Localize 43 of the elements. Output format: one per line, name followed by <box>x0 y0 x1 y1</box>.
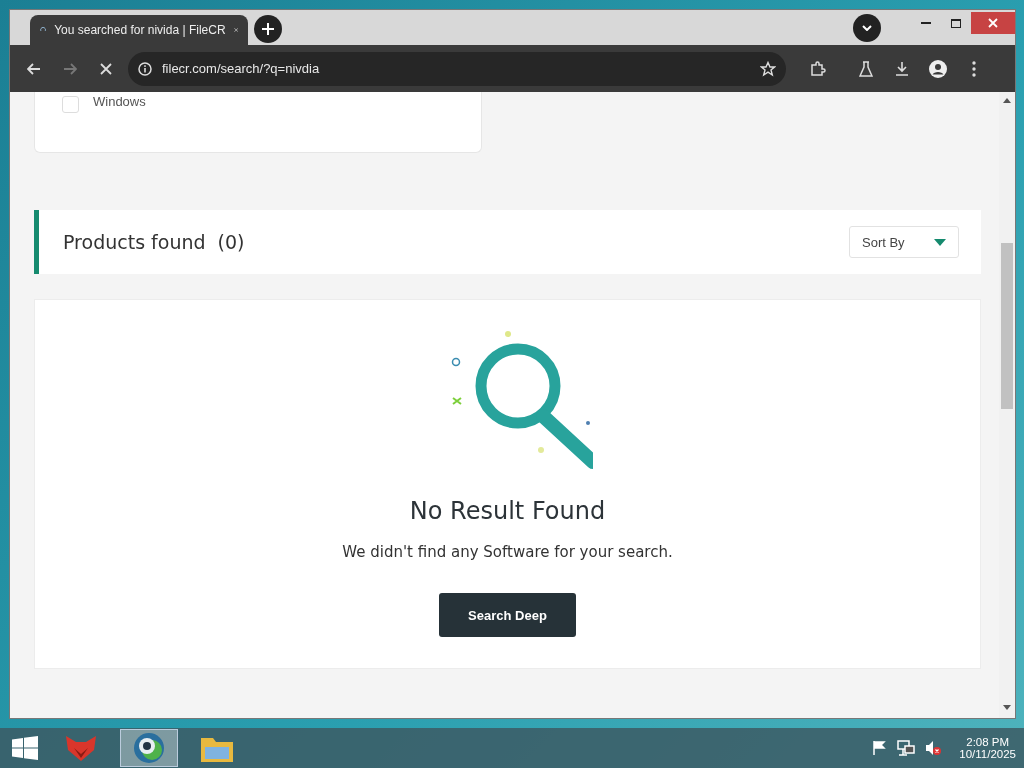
results-count: (0) <box>217 231 245 253</box>
new-tab-button[interactable] <box>254 15 282 43</box>
back-arrow-icon <box>27 62 41 75</box>
browser-tab[interactable]: You searched for nivida | FileCR <box>30 15 248 45</box>
empty-state-message: We didn't find any Software for your search. <box>342 543 673 561</box>
close-button[interactable] <box>971 12 1015 34</box>
chevron-down-icon <box>862 25 872 31</box>
checkbox-label: Windows <box>93 94 146 109</box>
clock[interactable]: 2:08 PM 10/11/2025 <box>959 736 1016 760</box>
maximize-icon <box>951 18 961 28</box>
search-deep-button[interactable]: Search Deep <box>439 593 576 637</box>
empty-state-title: No Result Found <box>409 497 606 525</box>
windows-logo-icon <box>12 736 38 760</box>
flask-icon <box>859 60 873 77</box>
plus-icon <box>262 23 274 35</box>
scrollbar-thumb[interactable] <box>1001 243 1013 409</box>
close-icon[interactable] <box>233 25 238 35</box>
url-text: filecr.com/search/?q=nivdia <box>162 61 321 76</box>
scroll-down-icon <box>1003 705 1011 710</box>
flag-icon[interactable] <box>871 740 888 756</box>
checkbox[interactable] <box>62 96 79 113</box>
tab-search-button[interactable] <box>853 14 881 42</box>
fox-icon <box>64 734 98 762</box>
person-icon <box>929 59 947 78</box>
forward-arrow-icon <box>63 62 77 75</box>
puzzle-icon <box>810 60 826 77</box>
sort-dropdown[interactable]: Sort By <box>849 226 959 258</box>
address-bar[interactable]: filecr.com/search/?q=nivdia <box>128 51 786 86</box>
globe-icon <box>133 732 165 764</box>
close-icon <box>988 18 998 28</box>
menu-dots-icon <box>972 60 976 77</box>
close-icon <box>100 62 112 75</box>
muted-speaker-icon[interactable] <box>925 740 942 756</box>
scroll-up-icon <box>1003 98 1011 103</box>
download-icon <box>895 60 909 77</box>
star-icon[interactable] <box>760 60 776 77</box>
taskbar-app[interactable] <box>120 729 178 767</box>
info-icon <box>138 61 152 76</box>
caret-icon <box>934 238 946 246</box>
tab-title: You searched for nivida | FileCR <box>54 23 226 37</box>
minimize-icon <box>921 21 931 25</box>
results-title: Products found <box>63 231 206 253</box>
network-icon[interactable] <box>897 740 916 756</box>
